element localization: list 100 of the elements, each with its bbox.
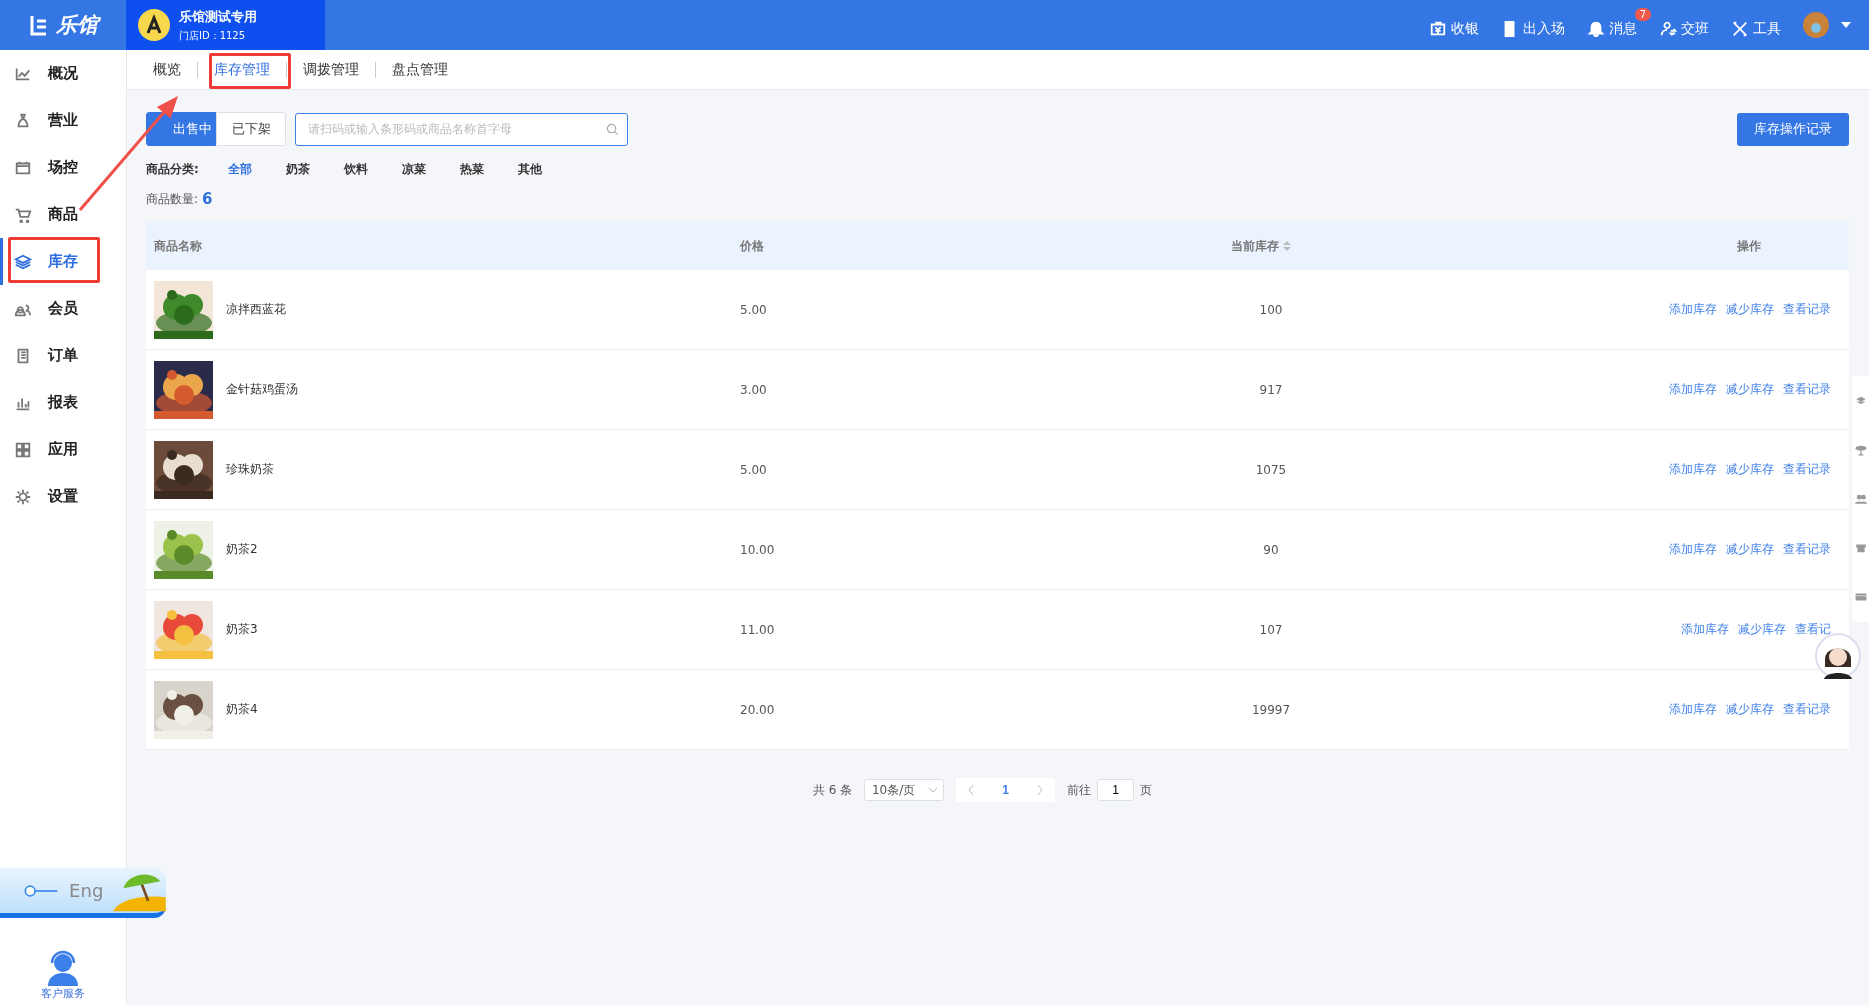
sort-icon[interactable] [1283,241,1291,251]
top-action-button[interactable]: 工具 [1731,8,1795,42]
action-link[interactable]: 添加库存 [1669,301,1717,318]
tools-icon [1731,20,1749,38]
user-switch-icon [1659,20,1677,38]
register-icon [1429,20,1447,38]
action-link[interactable]: 减少库存 [1726,381,1774,398]
category-filter[interactable]: 其他 [500,161,559,178]
top-action-button[interactable]: 收银 [1429,8,1493,42]
language-switch[interactable]: Eng [0,868,166,918]
gear-icon [14,487,32,506]
next-page-icon[interactable] [1036,785,1043,795]
stock-cell-text: 90 [1262,542,1280,557]
column-header: 价格 [740,237,764,255]
tab[interactable]: 调拨管理 [287,60,375,79]
price-cell-text: 3.00 [739,382,768,397]
category-filter[interactable]: 饮料 [326,161,385,178]
store-icon[interactable] [1854,542,1867,555]
action-link[interactable]: 查看记 [1795,621,1831,638]
category-filter[interactable]: 凉菜 [384,161,443,178]
sidebar-item[interactable]: 库存 [0,238,126,285]
tab[interactable]: 库存管理 [198,60,286,79]
action-link[interactable]: 查看记录 [1783,301,1831,318]
action-link[interactable]: 添加库存 [1669,541,1717,558]
action-link[interactable]: 查看记录 [1783,701,1831,718]
stock-cell-text: 1075 [1254,462,1288,477]
stock-cell-text: 100 [1258,302,1284,317]
action-link[interactable]: 添加库存 [1681,621,1729,638]
people-icon[interactable] [1854,492,1867,505]
product-name: 奶茶3 [226,621,258,638]
product-name: 珍珠奶茶 [226,461,274,478]
store-name: 乐馆测试专用 [179,7,257,26]
action-link[interactable]: 添加库存 [1669,701,1717,718]
status-toggle-button[interactable]: 已下架 [216,112,286,146]
tab[interactable]: 概览 [137,60,197,79]
sidebar-item[interactable]: 订单 [0,332,126,379]
sidebar-item[interactable]: 营业 [0,97,126,144]
action-link[interactable]: 减少库存 [1738,621,1786,638]
action-link[interactable]: 减少库存 [1726,461,1774,478]
product-name: 奶茶4 [226,701,258,718]
category-filter[interactable]: 全部 [210,161,269,178]
customer-service-button[interactable]: 客户服务 [0,950,126,1001]
assistant-avatar-icon[interactable] [1815,633,1861,679]
category-label: 商品分类: [146,161,199,178]
sidebar-item[interactable]: 场控 [0,144,126,191]
action-link[interactable]: 查看记录 [1783,541,1831,558]
page-number[interactable]: 1 [1002,783,1009,797]
search-icon [606,122,619,136]
category-filter[interactable]: 热菜 [442,161,501,178]
sidebar-item[interactable]: 概况 [0,50,126,97]
page-size-select[interactable]: 10条/页 [864,779,945,801]
notification-badge: 7 [1634,8,1651,21]
stock-cell-text: 107 [1258,622,1284,637]
sidebar-item[interactable]: 会员 [0,285,126,332]
top-action-button[interactable]: 出入场 [1501,8,1579,42]
prev-page-icon[interactable] [968,785,975,795]
category-filter[interactable]: 奶茶 [268,161,327,178]
product-name: 凉拌西蓝花 [226,301,286,318]
chevron-down-icon [928,787,937,793]
column-header: 操作 [1737,237,1761,255]
layers-icon[interactable] [1854,394,1867,407]
action-link[interactable]: 减少库存 [1726,301,1774,318]
action-link[interactable]: 减少库存 [1726,541,1774,558]
price-cell-text: 20.00 [739,702,776,717]
store-id: 门店ID：1125 [179,28,247,43]
stock-cell-text: 917 [1258,382,1284,397]
stock-log-button[interactable]: 库存操作记录 [1737,112,1849,146]
total-count: 共 6 条 [813,781,853,799]
count-value: 6 [202,190,213,208]
caret-icon[interactable] [1841,22,1851,28]
column-header: 当前库存 [1231,237,1291,255]
search-field[interactable]: 请扫码或输入条形码或商品名称首字母 [295,112,628,146]
goto-label: 前往 [1066,781,1091,799]
card-icon[interactable] [1854,591,1867,604]
price-cell-text: 10.00 [739,542,776,557]
sidebar-item[interactable]: 商品 [0,191,126,238]
stock-cell-text: 19997 [1250,702,1292,717]
column-header: 商品名称 [154,237,202,255]
goto-page-field[interactable]: 1 [1096,779,1134,801]
count-label: 商品数量: [146,190,199,208]
price-cell-text: 11.00 [739,622,776,637]
action-link[interactable]: 添加库存 [1669,461,1717,478]
top-action-button[interactable]: 交班 [1659,8,1723,42]
user-avatar-icon[interactable] [1803,12,1829,38]
table-icon[interactable] [1854,443,1867,456]
grid-icon [14,440,32,459]
action-link[interactable]: 查看记录 [1783,381,1831,398]
price-cell-text: 5.00 [739,302,768,317]
status-toggle-button[interactable]: 出售中 [146,112,216,146]
top-action-button[interactable]: 消息 7 [1587,8,1651,42]
product-name: 金针菇鸡蛋汤 [226,381,298,398]
sidebar-item[interactable]: 设置 [0,473,126,520]
action-link[interactable]: 查看记录 [1783,461,1831,478]
sidebar-item[interactable]: 应用 [0,426,126,473]
action-link[interactable]: 减少库存 [1726,701,1774,718]
action-link[interactable]: 添加库存 [1669,381,1717,398]
bell-icon [1587,20,1605,38]
store-avatar-icon [138,9,170,41]
sidebar-item[interactable]: 报表 [0,379,126,426]
tab[interactable]: 盘点管理 [376,60,464,79]
